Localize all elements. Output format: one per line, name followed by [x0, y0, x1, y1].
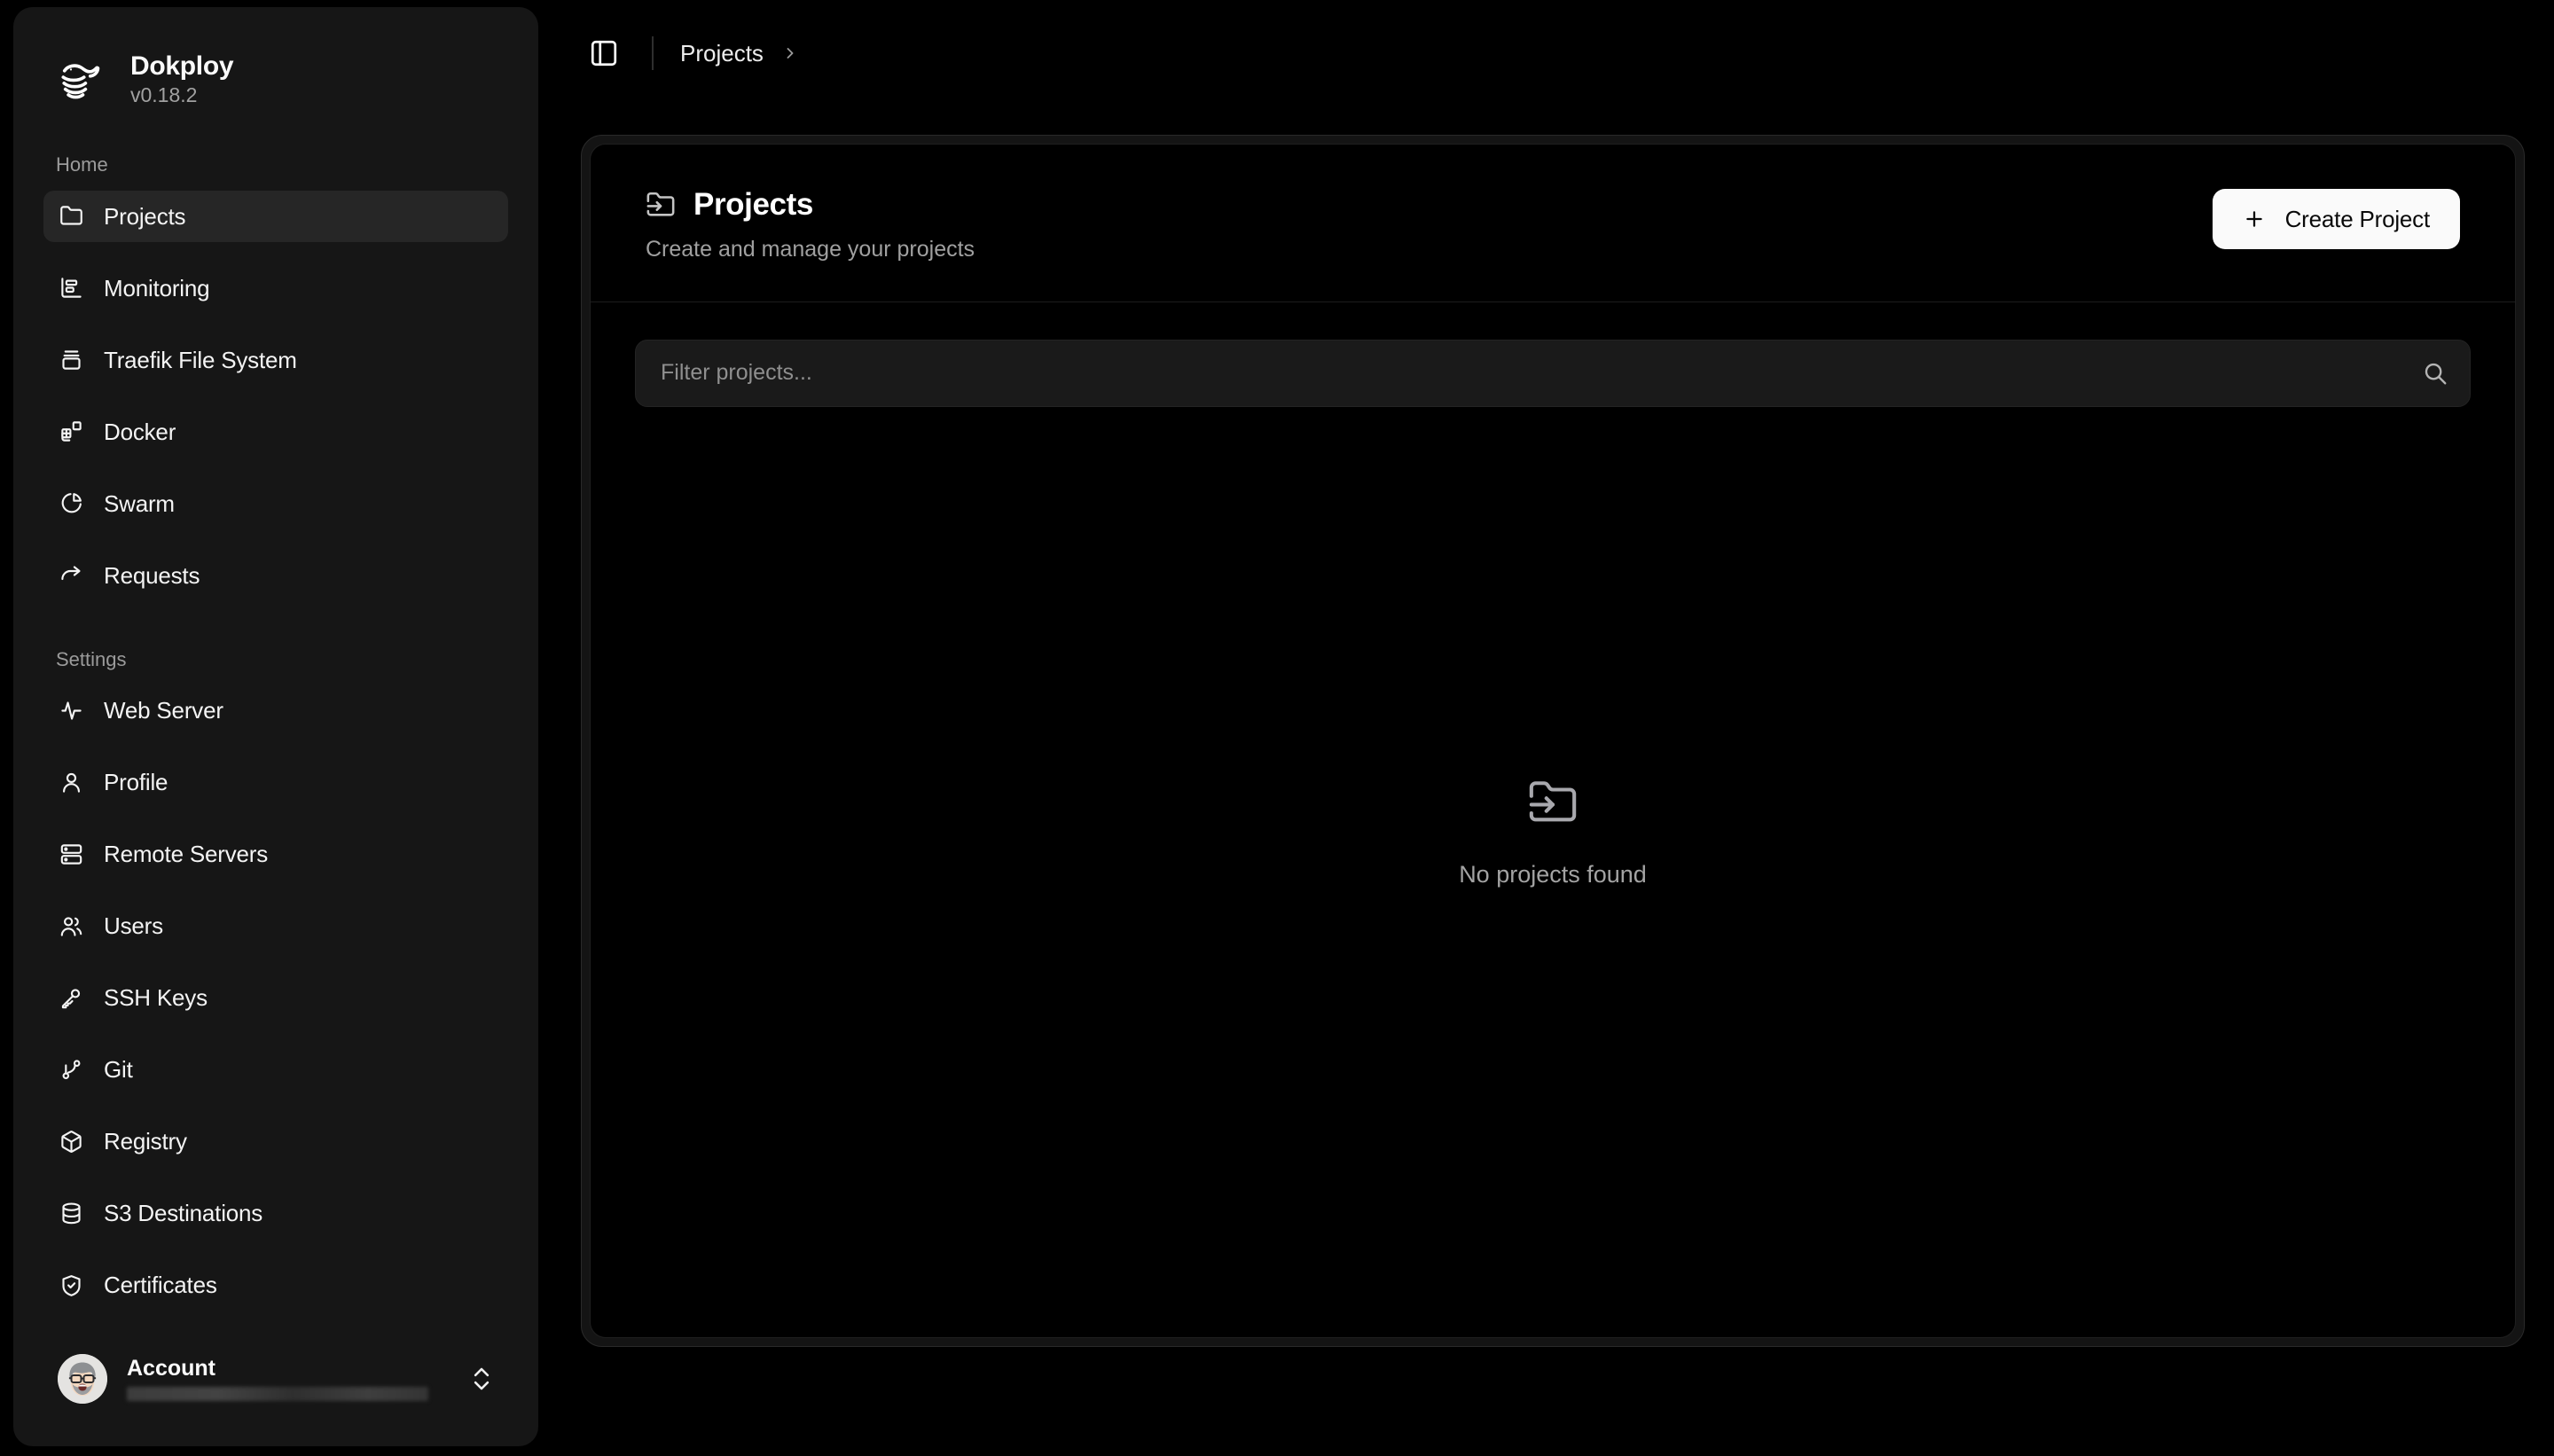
sidebar-item-label: Swarm [104, 489, 175, 517]
git-branch-icon [58, 1056, 84, 1083]
sidebar-item-traefik-file-system[interactable]: Traefik File System [43, 334, 508, 386]
whale-logo-icon [56, 51, 111, 106]
sidebar-brand-header[interactable]: Dokploy v0.18.2 [13, 7, 538, 117]
page-title-row: Projects [646, 187, 975, 222]
sidebar-item-registry[interactable]: Registry [43, 1115, 508, 1167]
topbar-separator [652, 36, 654, 70]
breadcrumb-item-projects[interactable]: Projects [680, 42, 764, 65]
folder-icon [58, 203, 84, 230]
sidebar-item-label: S3 Destinations [104, 1200, 263, 1227]
plus-icon [2243, 207, 2266, 231]
users-icon [58, 912, 84, 939]
brand-version: v0.18.2 [130, 82, 198, 106]
database-stack-icon [58, 1200, 84, 1226]
sidebar-item-label: Profile [104, 769, 168, 796]
chevrons-up-down-icon[interactable] [469, 1361, 494, 1397]
sidebar-item-label: Git [104, 1056, 133, 1084]
create-project-label: Create Project [2284, 205, 2431, 232]
folder-input-icon [646, 190, 676, 220]
sidebar-navigation: Home Projects Monitoring Traefik File Sy… [13, 117, 538, 1343]
sidebar-item-monitoring[interactable]: Monitoring [43, 262, 508, 314]
sidebar-item-requests[interactable]: Requests [43, 550, 508, 601]
sidebar-item-label: Remote Servers [104, 841, 269, 868]
nav-group-label-home: Home [56, 153, 108, 176]
activity-pulse-icon [58, 697, 84, 724]
sidebar-item-projects[interactable]: Projects [43, 190, 508, 242]
server-rack-icon [58, 841, 84, 867]
brand-name: Dokploy [130, 51, 234, 82]
blocks-icon [58, 419, 84, 445]
empty-state-text: No projects found [1459, 861, 1647, 888]
chevron-right-icon [781, 44, 799, 62]
sidebar-item-label: Monitoring [104, 274, 210, 301]
sidebar-item-label: Docker [104, 418, 176, 445]
sidebar-item-profile[interactable]: Profile [43, 756, 508, 808]
sidebar-item-web-server[interactable]: Web Server [43, 685, 508, 736]
sidebar-item-s3-destinations[interactable]: S3 Destinations [43, 1187, 508, 1239]
sidebar-item-label: Registry [104, 1128, 187, 1155]
projects-card-header: Projects Create and manage your projects… [591, 145, 2515, 302]
account-text: Account [127, 1355, 450, 1402]
avatar [58, 1354, 107, 1404]
sidebar-item-swarm[interactable]: Swarm [43, 478, 508, 529]
projects-card: Projects Create and manage your projects… [590, 144, 2516, 1338]
projects-header-text: Projects Create and manage your projects [646, 187, 975, 262]
sidebar-item-label: Traefik File System [104, 346, 297, 373]
filter-projects-input[interactable] [635, 339, 2471, 407]
sidebar-item-label: Web Server [104, 697, 223, 724]
forward-arrow-icon [58, 562, 84, 589]
app-root: Dokploy v0.18.2 Home Projects Monitoring… [0, 0, 2554, 1456]
sidebar-item-docker[interactable]: Docker [43, 406, 508, 458]
pie-chart-icon [58, 490, 84, 517]
empty-state: No projects found [635, 407, 2471, 1293]
user-icon [58, 769, 84, 795]
sidebar-item-label: Certificates [104, 1272, 217, 1299]
breadcrumb: Projects [680, 42, 799, 65]
account-name: Account [127, 1355, 215, 1381]
sidebar-item-ssh-keys[interactable]: SSH Keys [43, 972, 508, 1023]
main-panel-outer: Projects Create and manage your projects… [581, 135, 2525, 1347]
key-icon [58, 984, 84, 1011]
brand-block: Dokploy v0.18.2 [130, 51, 234, 106]
sidebar: Dokploy v0.18.2 Home Projects Monitoring… [13, 7, 538, 1446]
account-email-redacted [127, 1387, 428, 1402]
chart-bar-icon [58, 275, 84, 301]
shield-check-icon [58, 1272, 84, 1298]
create-project-button[interactable]: Create Project [2212, 189, 2460, 249]
sidebar-item-certificates[interactable]: Certificates [43, 1259, 508, 1311]
folder-input-icon [1525, 775, 1580, 830]
top-bar: Projects [538, 0, 2554, 106]
sidebar-item-remote-servers[interactable]: Remote Servers [43, 828, 508, 880]
account-switcher[interactable]: Account [43, 1343, 508, 1414]
page-subtitle: Create and manage your projects [646, 236, 975, 262]
sidebar-item-label: SSH Keys [104, 984, 208, 1012]
sidebar-item-label: Requests [104, 561, 200, 589]
sidebar-item-users[interactable]: Users [43, 900, 508, 951]
projects-card-body: No projects found [591, 302, 2515, 1337]
database-icon [58, 347, 84, 373]
sidebar-item-label: Projects [104, 202, 186, 230]
panel-left-icon[interactable] [581, 30, 627, 76]
page-title: Projects [693, 187, 813, 222]
sidebar-item-label: Users [104, 912, 163, 940]
filter-row [635, 339, 2471, 407]
nav-group-label-settings: Settings [56, 647, 127, 670]
sidebar-item-git[interactable]: Git [43, 1044, 508, 1095]
package-box-icon [58, 1128, 84, 1155]
